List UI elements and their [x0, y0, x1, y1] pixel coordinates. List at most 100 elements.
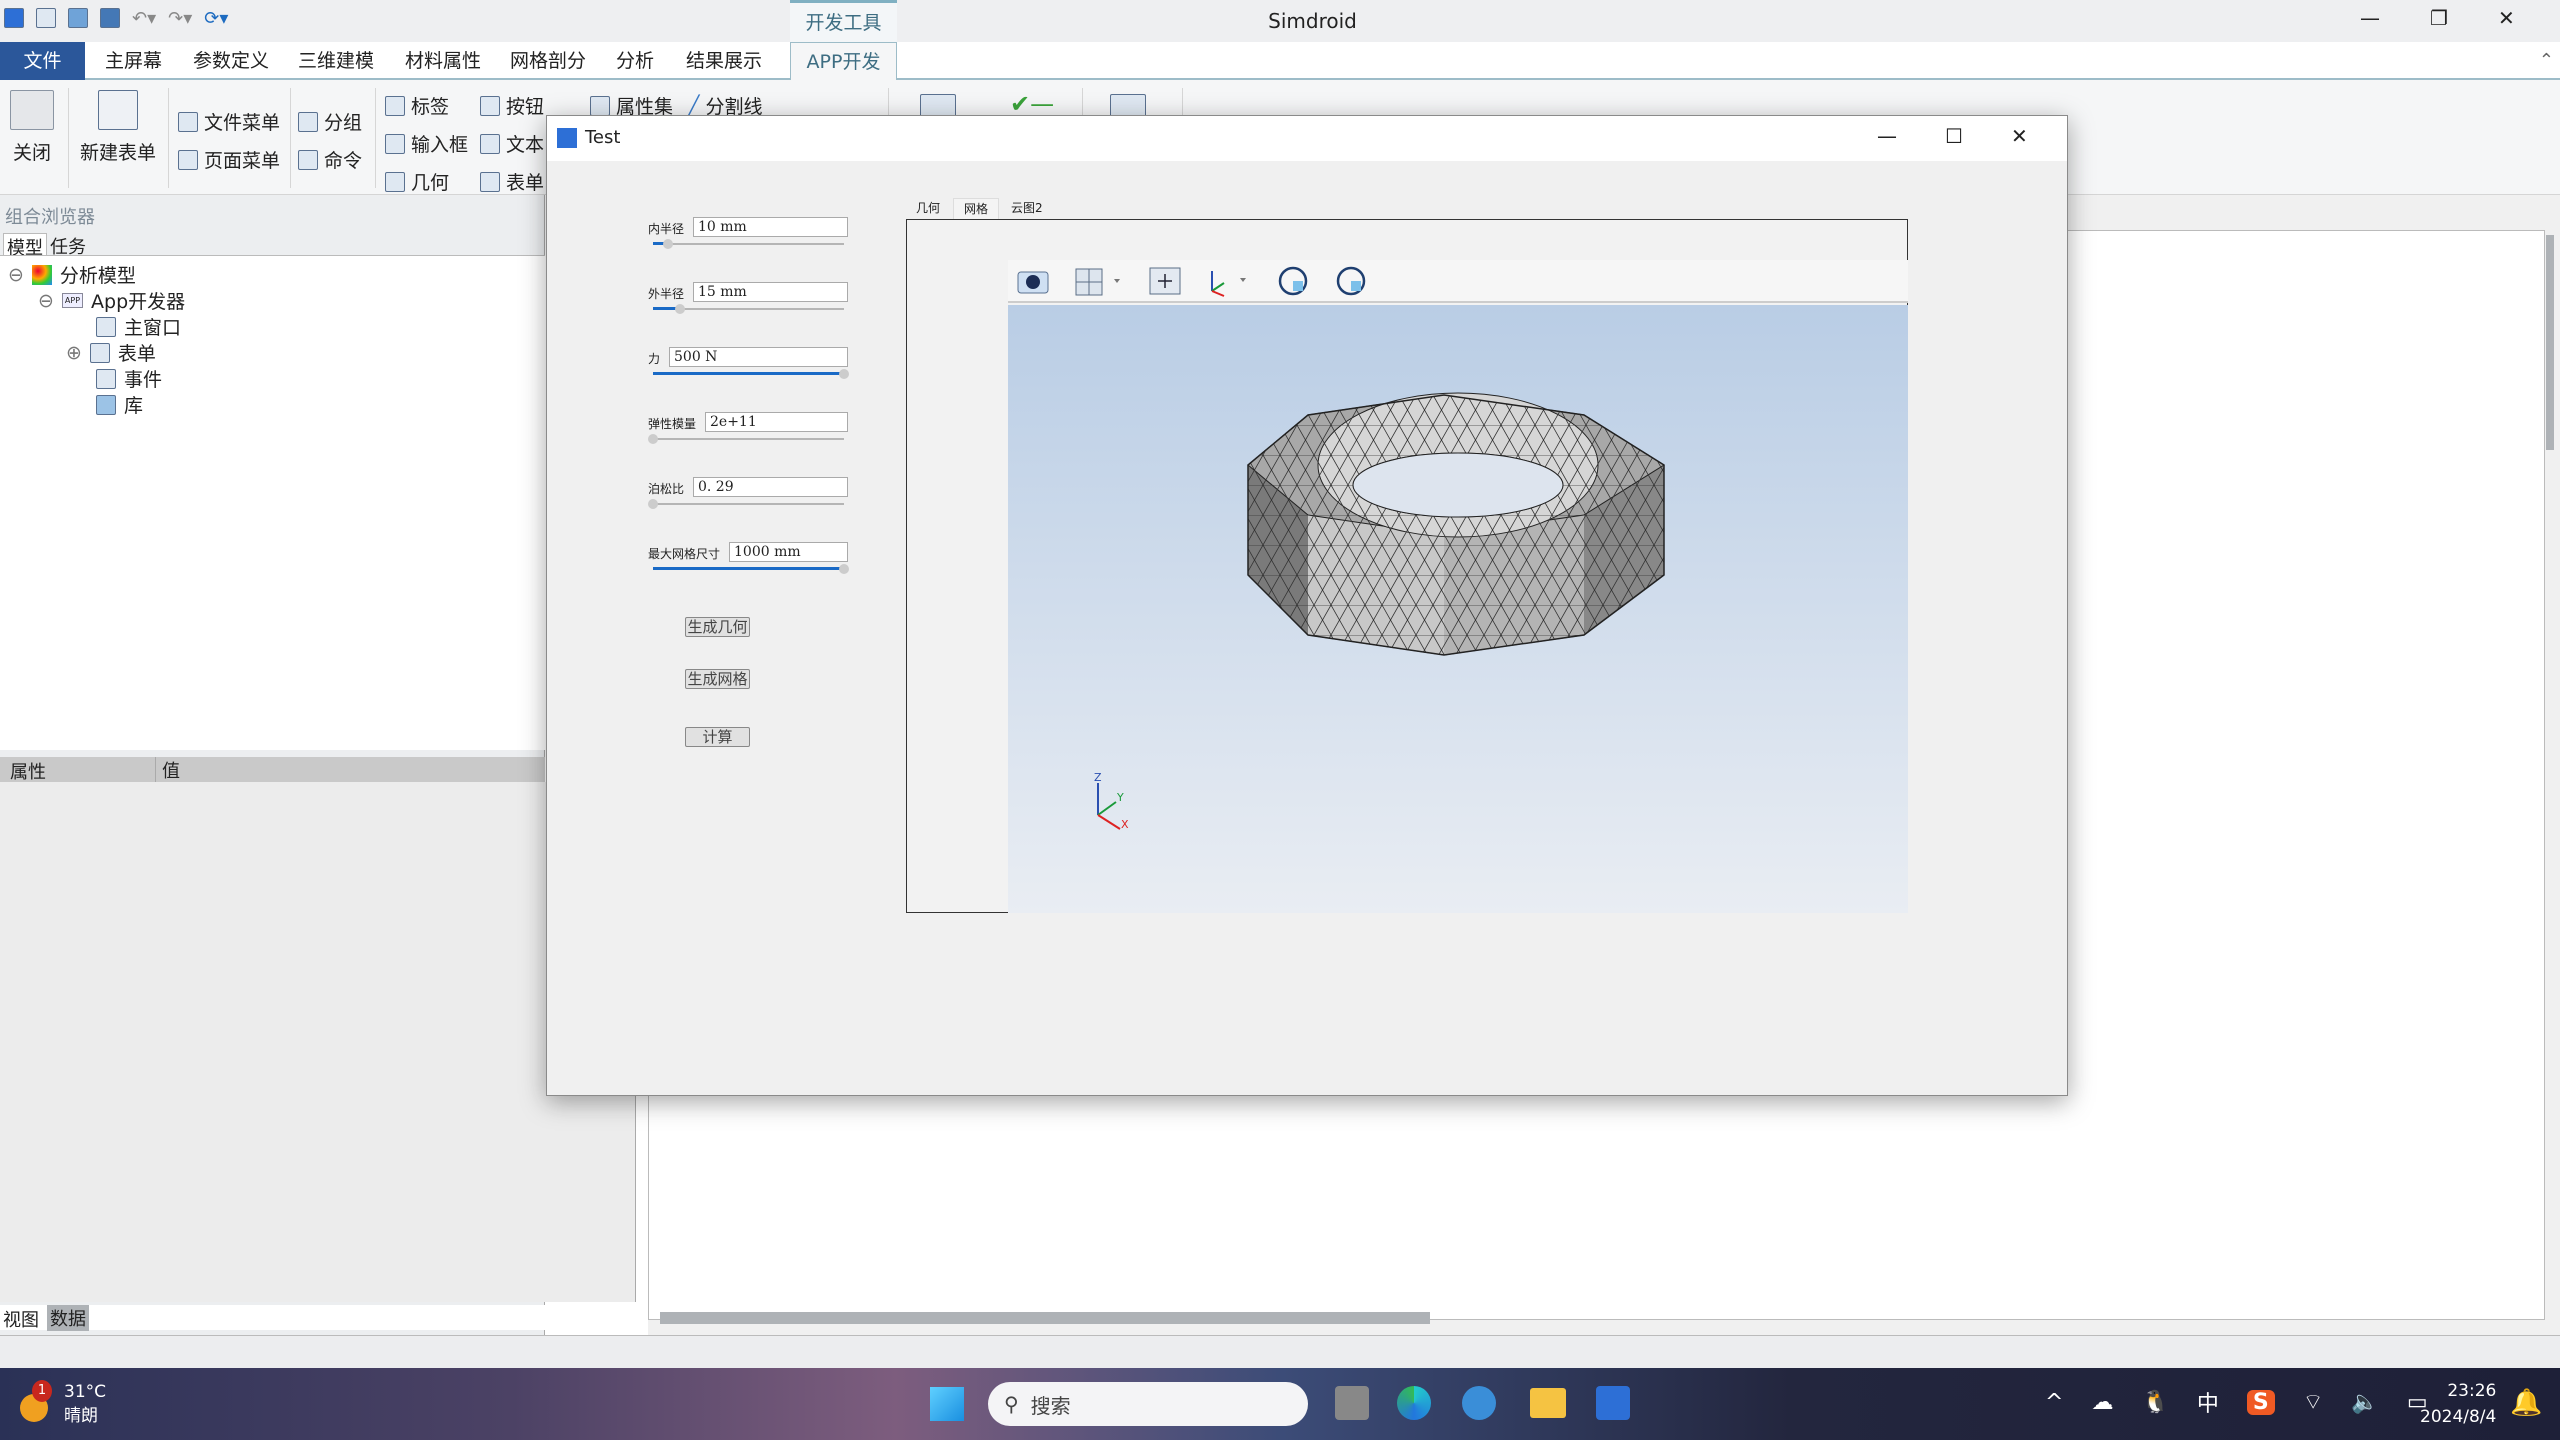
- view-cube-icon[interactable]: [1074, 266, 1124, 296]
- weather-widget[interactable]: 1 31°C 晴朗: [20, 1380, 106, 1428]
- rotate-cw-icon[interactable]: [1276, 264, 1310, 298]
- weather-badge: 1: [32, 1380, 52, 1402]
- horizontal-scrollbar[interactable]: [660, 1312, 1430, 1324]
- tree-item-main-window[interactable]: 主窗口: [96, 313, 181, 340]
- command-button[interactable]: 命令: [298, 146, 362, 173]
- menu-app-developer[interactable]: APP开发器: [790, 42, 897, 111]
- tree-item-library[interactable]: 库: [96, 391, 143, 418]
- undo-icon[interactable]: ↶▾: [132, 8, 156, 29]
- fit-view-icon[interactable]: [1148, 266, 1182, 296]
- text-button[interactable]: 文本: [480, 130, 544, 157]
- menu-analysis[interactable]: 分析: [604, 42, 666, 80]
- simdroid-taskbar-icon[interactable]: [1596, 1386, 1630, 1420]
- group-button[interactable]: 分组: [298, 108, 362, 135]
- form-button[interactable]: 表单: [480, 168, 544, 195]
- page-menu-button[interactable]: 页面菜单: [178, 146, 280, 173]
- onedrive-icon[interactable]: ☁: [2091, 1390, 2113, 1415]
- inner-radius-input[interactable]: 10 mm: [693, 217, 848, 237]
- collapse-ribbon-icon[interactable]: ⌃: [2539, 50, 2554, 71]
- menu-3d-modeling[interactable]: 三维建模: [286, 42, 386, 80]
- collapse-icon[interactable]: ⊖: [8, 264, 24, 286]
- tab-mesh[interactable]: 网格: [953, 198, 1000, 219]
- task-view-icon[interactable]: [1335, 1386, 1369, 1420]
- sogou-icon[interactable]: S: [2246, 1389, 2275, 1415]
- elastic-modulus-slider[interactable]: [648, 434, 844, 444]
- geometry-button[interactable]: 几何: [385, 168, 449, 195]
- menu-mesh[interactable]: 网格剖分: [498, 42, 598, 80]
- search-box[interactable]: ⚲ 搜索: [988, 1382, 1308, 1426]
- button-button[interactable]: 按钮: [480, 92, 544, 119]
- outer-radius-input[interactable]: 15 mm: [693, 282, 848, 302]
- input-button[interactable]: 输入框: [385, 130, 468, 157]
- slider-thumb[interactable]: [648, 499, 658, 509]
- label-button[interactable]: 标签: [385, 92, 449, 119]
- qq-icon[interactable]: 🐧: [2141, 1390, 2168, 1415]
- max-mesh-size-input[interactable]: 1000 mm: [729, 542, 848, 562]
- 3d-viewport[interactable]: Z Y X: [1008, 305, 1908, 913]
- clock[interactable]: 23:26 2024/8/4: [2420, 1378, 2496, 1430]
- form-icon: [89, 342, 110, 363]
- tree-item-form[interactable]: ⊕ 表单: [66, 339, 156, 366]
- force-slider[interactable]: [653, 369, 849, 379]
- app-icon-s[interactable]: [1462, 1386, 1496, 1420]
- form-icon: [480, 171, 500, 192]
- redo-icon[interactable]: ↷▾: [168, 8, 192, 29]
- expand-icon[interactable]: ⊕: [66, 342, 82, 364]
- new-file-icon[interactable]: [36, 8, 56, 28]
- refresh-icon[interactable]: ⟳▾: [204, 8, 228, 29]
- windows-start-icon[interactable]: [930, 1387, 964, 1421]
- new-form-button[interactable]: 新建表单: [80, 90, 156, 165]
- slider-thumb[interactable]: [674, 304, 685, 314]
- tree-item-app-developer[interactable]: ⊖ APP App开发器: [38, 287, 185, 314]
- menu-results[interactable]: 结果展示: [674, 42, 774, 80]
- vertical-scrollbar[interactable]: [2546, 235, 2554, 450]
- minimize-button[interactable]: —: [1877, 124, 1897, 148]
- max-mesh-size-slider[interactable]: [653, 564, 849, 574]
- rotate-ccw-icon[interactable]: [1334, 264, 1368, 298]
- close-button[interactable]: 关闭: [10, 90, 54, 165]
- force-input[interactable]: 500 N: [669, 347, 848, 367]
- check-icon[interactable]: ✔—: [1010, 90, 1054, 118]
- slider-thumb[interactable]: [648, 434, 658, 444]
- menu-file[interactable]: 文件: [0, 42, 85, 80]
- tab-data[interactable]: 数据: [47, 1305, 89, 1331]
- ime-indicator[interactable]: 中: [2197, 1386, 2219, 1418]
- menu-material[interactable]: 材料属性: [393, 42, 493, 80]
- maximize-button[interactable]: ☐: [1945, 124, 1963, 148]
- tab-contour[interactable]: 云图2: [1001, 198, 1053, 219]
- wifi-icon[interactable]: ⌔: [2303, 1388, 2324, 1416]
- generate-mesh-button[interactable]: 生成网格: [685, 669, 750, 689]
- camera-icon[interactable]: [1016, 267, 1050, 295]
- generate-geometry-button[interactable]: 生成几何: [685, 617, 750, 637]
- slider-thumb[interactable]: [663, 239, 674, 249]
- close-button[interactable]: ✕: [2011, 124, 2028, 148]
- file-explorer-icon[interactable]: [1530, 1388, 1566, 1418]
- restore-button[interactable]: ❐: [2430, 6, 2448, 30]
- slider-thumb[interactable]: [839, 564, 849, 574]
- poisson-ratio-input[interactable]: 0. 29: [693, 477, 848, 497]
- poisson-ratio-slider[interactable]: [648, 499, 844, 509]
- inner-radius-label: 内半径: [648, 222, 685, 236]
- tree-item-events[interactable]: 事件: [96, 365, 162, 392]
- elastic-modulus-input[interactable]: 2e+11: [705, 412, 848, 432]
- close-button[interactable]: ✕: [2498, 6, 2515, 30]
- file-menu-button[interactable]: 文件菜单: [178, 108, 280, 135]
- axes-orientation-icon[interactable]: [1206, 265, 1252, 297]
- volume-icon[interactable]: 🔈: [2351, 1390, 2378, 1415]
- minimize-button[interactable]: —: [2360, 6, 2380, 30]
- compute-button[interactable]: 计算: [685, 727, 750, 747]
- tree-item-analysis-model[interactable]: ⊖ 分析模型: [8, 261, 136, 288]
- menu-params[interactable]: 参数定义: [181, 42, 281, 80]
- outer-radius-slider[interactable]: [653, 304, 844, 314]
- collapse-icon[interactable]: ⊖: [38, 290, 54, 312]
- menu-home[interactable]: 主屏幕: [93, 42, 174, 80]
- tray-expand-icon[interactable]: ^: [2045, 1390, 2063, 1415]
- slider-thumb[interactable]: [839, 369, 849, 379]
- save-icon[interactable]: [100, 8, 120, 28]
- open-folder-icon[interactable]: [68, 8, 88, 28]
- tab-geometry[interactable]: 几何: [906, 198, 950, 219]
- notification-bell-icon[interactable]: 🔔: [2510, 1388, 2542, 1418]
- tab-view[interactable]: 视图: [3, 1306, 39, 1332]
- edge-browser-icon[interactable]: [1397, 1386, 1431, 1420]
- inner-radius-slider[interactable]: [653, 239, 844, 249]
